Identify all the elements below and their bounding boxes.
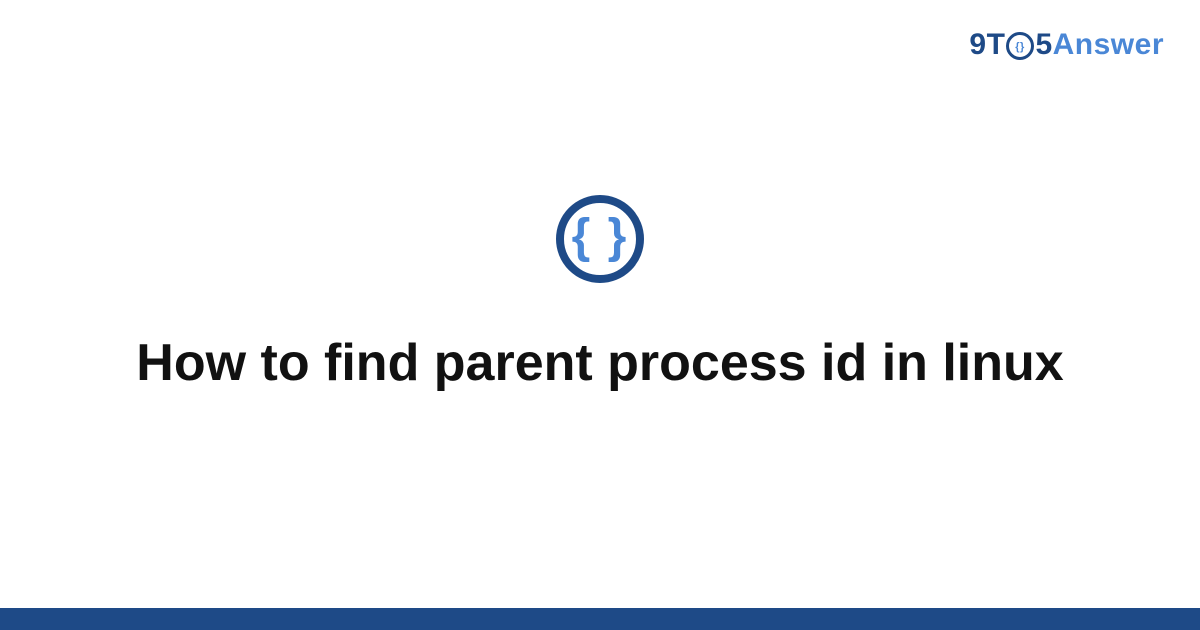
page-title: How to find parent process id in linux [136,331,1063,396]
footer-accent-bar [0,608,1200,630]
code-braces-circle-icon: { } [556,195,644,283]
brand-text-right: 5 [1035,28,1052,62]
svg-text:{}: {} [1016,41,1026,53]
braces-glyph: { } [572,213,629,261]
brand-text-answer: Answer [1053,28,1164,62]
brand-logo: 9T {} 5 Answer [969,28,1164,62]
brand-text-left: 9T [969,28,1005,62]
main-content: { } How to find parent process id in lin… [0,0,1200,630]
brand-o-circle-icon: {} [1006,32,1034,60]
braces-icon: {} [1013,39,1027,53]
